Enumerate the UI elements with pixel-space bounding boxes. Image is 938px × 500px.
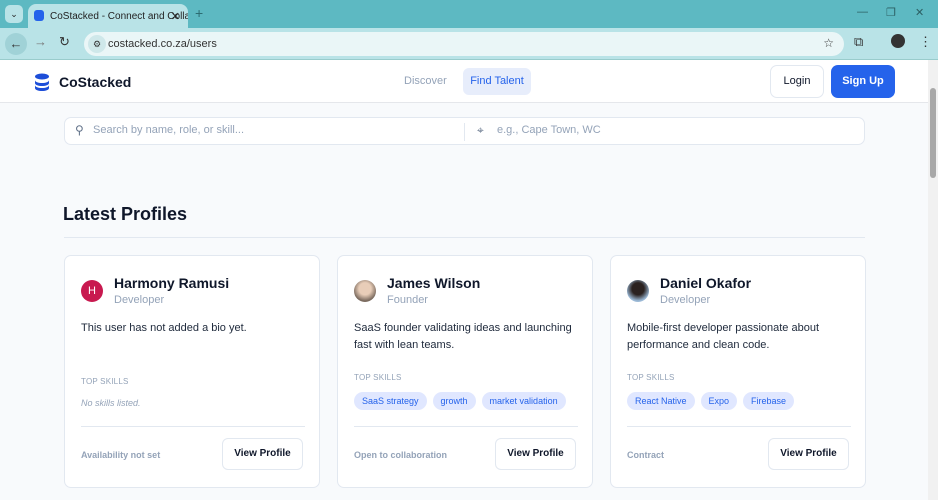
skill-chip: SaaS strategy: [354, 392, 427, 410]
new-tab-icon[interactable]: +: [195, 5, 203, 21]
scrollbar[interactable]: [928, 60, 938, 500]
back-icon[interactable]: ←: [5, 33, 27, 55]
skills-list: SaaS strategy growth market validation: [354, 392, 566, 410]
extensions-icon[interactable]: ⧉: [854, 34, 863, 50]
browser-tab[interactable]: CoStacked - Connect and Collab ✕: [28, 4, 188, 28]
section-title: Latest Profiles: [63, 204, 188, 224]
search-bar: ⚲ ⌖: [64, 117, 865, 145]
view-profile-button[interactable]: View Profile: [768, 438, 849, 470]
page: CoStacked Discover Find Talent Login Sig…: [0, 60, 928, 500]
avatar: H: [81, 280, 103, 302]
profile-role: Developer: [114, 294, 165, 306]
login-button[interactable]: Login: [770, 65, 824, 98]
profile-bio: Mobile-first developer passionate about …: [627, 322, 820, 351]
search-icon: ⚲: [75, 123, 84, 137]
profile-role: Founder: [387, 294, 428, 306]
search-input[interactable]: [93, 124, 453, 136]
bookmark-star-icon[interactable]: ☆: [823, 36, 834, 50]
profile-role: Developer: [660, 294, 711, 306]
availability: Contract: [627, 450, 665, 460]
profile-bio: SaaS founder validating ideas and launch…: [354, 322, 572, 351]
url-text: costacked.co.za/users: [108, 38, 217, 50]
close-window-icon[interactable]: ✕: [915, 6, 924, 19]
profile-name: Daniel Okafor: [660, 275, 752, 291]
profile-name: James Wilson: [387, 275, 481, 291]
scrollbar-thumb[interactable]: [930, 88, 936, 178]
logo-icon: [35, 73, 49, 91]
view-profile-button[interactable]: View Profile: [495, 438, 576, 470]
skill-chip: React Native: [627, 392, 695, 410]
skill-chip: growth: [432, 392, 476, 410]
minimize-icon[interactable]: —: [857, 6, 868, 18]
skill-chip: Expo: [700, 392, 738, 410]
location-pin-icon: ⌖: [477, 123, 484, 137]
card-divider: [81, 426, 305, 427]
location-input[interactable]: [497, 124, 857, 136]
brand-name[interactable]: CoStacked: [59, 74, 131, 90]
profile-bio: This user has not added a bio yet.: [81, 322, 247, 334]
maximize-icon[interactable]: ❐: [886, 6, 896, 19]
nav-find-talent[interactable]: Find Talent: [463, 68, 531, 95]
browser-toolbar: ← → ↻ ⚙ costacked.co.za/users ☆ ⧉ ⋮: [0, 28, 938, 60]
top-skills-label: TOP SKILLS: [354, 373, 402, 382]
search-separator: [464, 123, 465, 141]
nav-discover[interactable]: Discover: [404, 75, 447, 87]
signup-button[interactable]: Sign Up: [831, 65, 895, 98]
profile-card: James Wilson Founder SaaS founder valida…: [337, 255, 593, 488]
view-profile-button[interactable]: View Profile: [222, 438, 303, 470]
avatar: [627, 280, 649, 302]
skills-list: React Native Expo Firebase: [627, 392, 795, 410]
profile-name: Harmony Ramusi: [114, 275, 230, 291]
close-tab-icon[interactable]: ✕: [171, 10, 180, 23]
tab-title: CoStacked - Connect and Collab: [50, 11, 188, 22]
top-skills-label: TOP SKILLS: [627, 373, 675, 382]
availability: Open to collaboration: [354, 450, 448, 460]
profile-card: Daniel Okafor Developer Mobile-first dev…: [610, 255, 866, 488]
skill-chip: Firebase: [743, 392, 795, 410]
tab-bar: ⌄ CoStacked - Connect and Collab ✕ + — ❐ …: [0, 0, 938, 28]
section-divider: [64, 237, 865, 238]
site-info-icon[interactable]: ⚙: [88, 35, 106, 53]
profile-card: H Harmony Ramusi Developer This user has…: [64, 255, 320, 488]
top-skills-label: TOP SKILLS: [81, 377, 129, 386]
skill-chip: market validation: [481, 392, 566, 410]
availability: Availability not set: [81, 450, 161, 460]
address-bar[interactable]: ⚙ costacked.co.za/users ☆: [84, 32, 844, 56]
forward-icon[interactable]: →: [34, 34, 47, 49]
menu-icon[interactable]: ⋮: [919, 34, 932, 50]
profile-avatar[interactable]: [891, 34, 905, 48]
site-header: CoStacked Discover Find Talent Login Sig…: [0, 60, 928, 103]
avatar: [354, 280, 376, 302]
no-skills-text: No skills listed.: [81, 398, 141, 408]
site-favicon-icon: [34, 10, 44, 21]
tab-list-button[interactable]: ⌄: [5, 5, 23, 23]
card-divider: [627, 426, 851, 427]
card-divider: [354, 426, 578, 427]
reload-icon[interactable]: ↻: [59, 34, 70, 50]
